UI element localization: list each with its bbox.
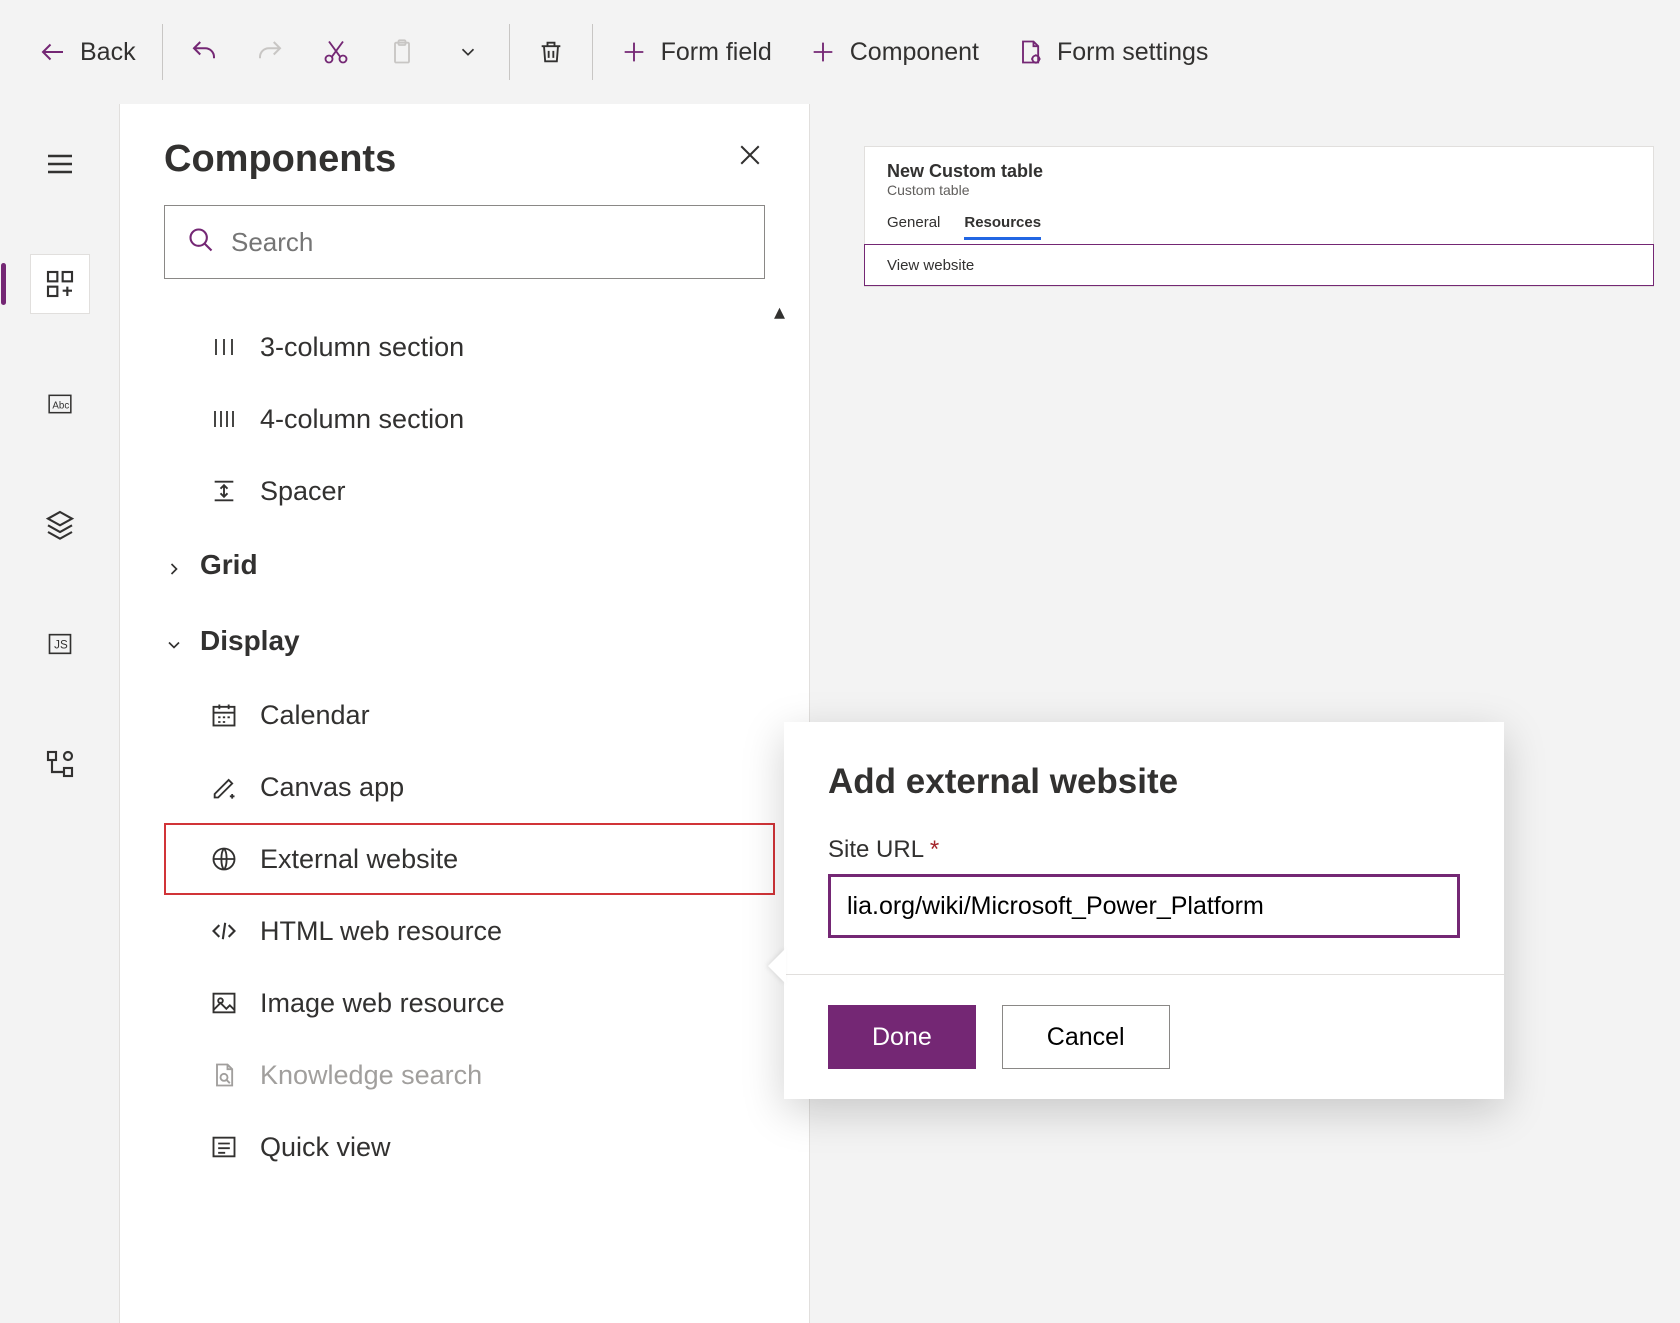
chevron-right-icon: [164, 554, 186, 576]
paste-icon: [387, 37, 417, 67]
rail-layers[interactable]: [30, 494, 90, 554]
group-label: Display: [200, 625, 300, 657]
three-column-icon: [208, 331, 240, 363]
svg-text:JS: JS: [54, 639, 68, 652]
item-label: Knowledge search: [260, 1060, 482, 1091]
item-label: Spacer: [260, 476, 346, 507]
plus-icon: [808, 37, 838, 67]
arrow-left-icon: [38, 37, 68, 67]
item-label: Canvas app: [260, 772, 404, 803]
left-rail: Abc JS: [0, 104, 120, 1323]
code-icon: [208, 915, 240, 947]
preview-subtitle: Custom table: [887, 182, 1631, 198]
site-url-input[interactable]: [828, 874, 1460, 938]
item-4-column-section[interactable]: 4-column section: [164, 383, 809, 455]
separator: [592, 24, 593, 80]
back-button[interactable]: Back: [20, 22, 154, 82]
item-label: External website: [260, 844, 458, 875]
item-quick-view[interactable]: Quick view: [164, 1111, 809, 1183]
group-grid[interactable]: Grid: [164, 527, 809, 603]
component-label: Component: [850, 38, 979, 67]
back-label: Back: [80, 38, 136, 67]
image-icon: [208, 987, 240, 1019]
item-label: HTML web resource: [260, 916, 502, 947]
item-label: Image web resource: [260, 988, 505, 1019]
label-text: Site URL: [828, 836, 923, 863]
item-3-column-section[interactable]: 3-column section: [164, 311, 809, 383]
components-panel: Components ▴ 3-column section 4-column s…: [120, 104, 810, 1323]
globe-icon: [208, 843, 240, 875]
item-label: Calendar: [260, 700, 370, 731]
rail-abc[interactable]: Abc: [30, 374, 90, 434]
preview-title: New Custom table: [887, 161, 1631, 182]
add-external-website-dialog: Add external website Site URL * Done Can…: [784, 722, 1504, 1099]
rail-tree[interactable]: [30, 734, 90, 794]
scroll-up-arrow[interactable]: ▴: [774, 299, 785, 325]
form-field-label: Form field: [661, 38, 772, 67]
plus-icon: [619, 37, 649, 67]
item-label: 3-column section: [260, 332, 464, 363]
add-component-button[interactable]: Component: [790, 22, 997, 82]
tab-resources[interactable]: Resources: [964, 214, 1041, 240]
form-preview[interactable]: New Custom table Custom table General Re…: [864, 146, 1654, 287]
undo-button[interactable]: [171, 22, 237, 82]
search-box[interactable]: [164, 205, 765, 279]
knowledge-search-icon: [208, 1059, 240, 1091]
chevron-down-icon: [164, 630, 186, 652]
search-input[interactable]: [231, 227, 742, 258]
form-settings-label: Form settings: [1057, 38, 1208, 67]
dialog-title: Add external website: [828, 762, 1460, 802]
component-tree[interactable]: ▴ 3-column section 4-column section Spac…: [120, 299, 809, 1323]
required-asterisk: *: [930, 836, 939, 863]
delete-button[interactable]: [518, 22, 584, 82]
group-label: Grid: [200, 549, 258, 581]
hamburger-button[interactable]: [30, 134, 90, 194]
calendar-icon: [208, 699, 240, 731]
item-label: 4-column section: [260, 404, 464, 435]
panel-title: Components: [164, 138, 396, 181]
paste-chevron[interactable]: [435, 22, 501, 82]
search-icon: [187, 226, 215, 259]
item-html-web-resource[interactable]: HTML web resource: [164, 895, 809, 967]
item-spacer[interactable]: Spacer: [164, 455, 809, 527]
top-toolbar: Back Form field: [0, 0, 1680, 104]
item-canvas-app[interactable]: Canvas app: [164, 751, 809, 823]
item-image-web-resource[interactable]: Image web resource: [164, 967, 809, 1039]
form-settings-button[interactable]: Form settings: [997, 22, 1226, 82]
paste-button[interactable]: [369, 22, 435, 82]
canvas-app-icon: [208, 771, 240, 803]
separator: [509, 24, 510, 80]
svg-text:Abc: Abc: [52, 400, 69, 411]
tab-general[interactable]: General: [887, 214, 940, 240]
site-url-label: Site URL *: [828, 836, 1460, 864]
rail-js[interactable]: JS: [30, 614, 90, 674]
form-canvas: New Custom table Custom table General Re…: [810, 104, 1680, 1323]
chevron-down-icon: [453, 37, 483, 67]
close-icon[interactable]: [735, 140, 765, 179]
callout-beak: [768, 948, 786, 984]
add-form-field-button[interactable]: Form field: [601, 22, 790, 82]
cancel-button[interactable]: Cancel: [1002, 1005, 1170, 1069]
redo-button[interactable]: [237, 22, 303, 82]
cut-icon: [321, 37, 351, 67]
four-column-icon: [208, 403, 240, 435]
item-knowledge-search[interactable]: Knowledge search: [164, 1039, 809, 1111]
redo-icon: [255, 37, 285, 67]
spacer-icon: [208, 475, 240, 507]
item-calendar[interactable]: Calendar: [164, 679, 809, 751]
preview-field-view-website[interactable]: View website: [864, 244, 1654, 286]
delete-icon: [536, 37, 566, 67]
group-display[interactable]: Display: [164, 603, 809, 679]
done-button[interactable]: Done: [828, 1005, 976, 1069]
item-external-website[interactable]: External website: [164, 823, 775, 895]
form-settings-icon: [1015, 37, 1045, 67]
rail-components[interactable]: [30, 254, 90, 314]
cut-button[interactable]: [303, 22, 369, 82]
item-label: Quick view: [260, 1132, 391, 1163]
undo-icon: [189, 37, 219, 67]
quick-view-icon: [208, 1131, 240, 1163]
separator: [162, 24, 163, 80]
